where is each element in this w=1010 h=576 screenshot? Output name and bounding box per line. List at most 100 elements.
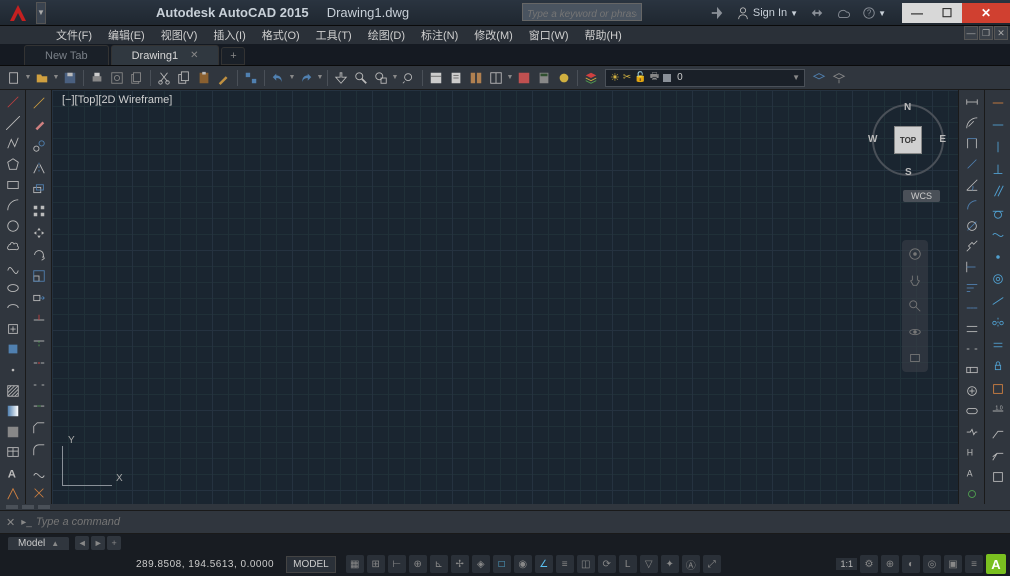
command-line[interactable]: ✕ ▸_ <box>0 510 1010 534</box>
dim-angular-icon[interactable] <box>962 175 982 194</box>
extend-icon[interactable] <box>29 332 49 352</box>
zoom-dropdown[interactable]: ▼ <box>391 74 399 81</box>
break-icon[interactable] <box>29 375 49 395</box>
dim-aligned-icon[interactable] <box>962 155 982 174</box>
distance-icon[interactable] <box>962 93 982 112</box>
print-icon[interactable] <box>88 69 106 87</box>
undo-icon[interactable] <box>269 69 287 87</box>
layer-combo[interactable]: ☀ ✂ 🔓 🖶 0 ▼ <box>605 69 805 87</box>
layer-states-icon[interactable] <box>810 69 828 87</box>
point-icon[interactable] <box>3 361 23 380</box>
help-button[interactable]: ? ▼ <box>856 0 892 26</box>
fillet-icon[interactable] <box>29 440 49 460</box>
new-icon[interactable] <box>5 69 23 87</box>
wipeout-icon[interactable] <box>988 467 1008 487</box>
polygon-icon[interactable] <box>3 155 23 174</box>
gizmo-icon[interactable]: ✦ <box>661 555 679 573</box>
copy-obj-icon[interactable] <box>29 136 49 156</box>
drawing-canvas[interactable]: [−][Top][2D Wireframe] TOP N S E W WCS Y… <box>52 90 958 504</box>
sheet-set-icon[interactable] <box>447 69 465 87</box>
publish-icon[interactable] <box>128 69 146 87</box>
inspection-icon[interactable] <box>962 402 982 421</box>
viewcube-north[interactable]: N <box>904 102 911 113</box>
layout-next[interactable]: ► <box>91 536 105 550</box>
chamfer-icon[interactable] <box>29 418 49 438</box>
menu-window[interactable]: 窗口(W) <box>521 26 577 44</box>
center-mark-icon[interactable] <box>962 381 982 400</box>
gradient-icon[interactable] <box>3 402 23 421</box>
dynamic-input-icon[interactable]: ⊕ <box>409 555 427 573</box>
dim-ordinate-icon[interactable] <box>962 258 982 277</box>
explode-icon[interactable] <box>29 483 49 503</box>
isodraft-icon[interactable]: ◈ <box>472 555 490 573</box>
infer-constraints-icon[interactable]: ⊢ <box>388 555 406 573</box>
new-tab-button[interactable]: + <box>221 47 245 65</box>
paste-icon[interactable] <box>195 69 213 87</box>
autoconstrain-icon[interactable] <box>988 379 1008 399</box>
search-go-button[interactable] <box>704 0 730 26</box>
dim-linear-icon[interactable] <box>962 134 982 153</box>
zoom-nav-icon[interactable] <box>905 296 925 316</box>
panel-handle[interactable] <box>6 505 18 509</box>
break-at-point-icon[interactable] <box>29 353 49 373</box>
tool-palettes-icon[interactable] <box>467 69 485 87</box>
qat-dropdown[interactable]: ▼ <box>36 2 46 24</box>
steering-wheel-icon[interactable] <box>905 244 925 264</box>
plot-preview-icon[interactable] <box>108 69 126 87</box>
autodesk-logo-icon[interactable]: A <box>986 554 1006 574</box>
stretch-icon[interactable] <box>29 288 49 308</box>
pan-icon[interactable] <box>332 69 350 87</box>
viewcube-east[interactable]: E <box>939 134 946 145</box>
zoom-previous-icon[interactable] <box>400 69 418 87</box>
dim-arc-icon[interactable] <box>962 196 982 215</box>
infocenter-search[interactable] <box>522 3 642 21</box>
zoom-window-icon[interactable] <box>372 69 390 87</box>
dim-update-icon[interactable] <box>962 484 982 503</box>
mdi-minimize[interactable]: — <box>964 26 978 40</box>
redo-icon[interactable] <box>297 69 315 87</box>
dim-space-icon[interactable] <box>962 320 982 339</box>
workspace-switching-icon[interactable]: ⚙ <box>860 555 878 573</box>
panel-handle[interactable] <box>22 505 34 509</box>
wcs-badge[interactable]: WCS <box>903 190 940 202</box>
cmd-close-icon[interactable]: ✕ <box>6 516 15 529</box>
selection-cycling-icon[interactable]: ⟳ <box>598 555 616 573</box>
menu-modify[interactable]: 修改(M) <box>466 26 521 44</box>
transparency-toggle-icon[interactable]: ◫ <box>577 555 595 573</box>
constraint-parallel-icon[interactable] <box>988 181 1008 201</box>
close-button[interactable]: ✕ <box>962 3 1010 23</box>
viewcube-south[interactable]: S <box>905 167 912 178</box>
hardware-acceleration-icon[interactable]: ◐ <box>902 555 920 573</box>
ellipse-arc-icon[interactable] <box>3 299 23 318</box>
osnap-toggle-icon[interactable]: □ <box>493 555 511 573</box>
menu-file[interactable]: 文件(F) <box>48 26 100 44</box>
3dosnap-icon[interactable]: ◉ <box>514 555 532 573</box>
leader-icon[interactable] <box>988 423 1008 443</box>
annotation-scale[interactable]: 1:1 <box>836 558 857 570</box>
open-icon[interactable] <box>33 69 51 87</box>
polar-toggle-icon[interactable]: ✢ <box>451 555 469 573</box>
dim-jogged-icon[interactable] <box>962 237 982 256</box>
join-icon[interactable] <box>29 397 49 417</box>
menu-view[interactable]: 视图(V) <box>153 26 206 44</box>
arc-icon[interactable] <box>3 196 23 215</box>
otrack-toggle-icon[interactable]: ∠ <box>535 555 553 573</box>
quickcalc-icon[interactable] <box>535 69 553 87</box>
isolate-objects-icon[interactable]: ◎ <box>923 555 941 573</box>
constraint-collinear-icon[interactable] <box>988 291 1008 311</box>
mleader-icon[interactable] <box>988 445 1008 465</box>
view-cube[interactable]: TOP N S E W <box>872 104 944 176</box>
trim-icon[interactable] <box>29 310 49 330</box>
customize-icon[interactable]: ≡ <box>965 555 983 573</box>
layer-properties-icon[interactable] <box>582 69 600 87</box>
constraint-smooth-icon[interactable] <box>988 225 1008 245</box>
tab-close-icon[interactable]: ✕ <box>190 50 198 61</box>
viewcube-face[interactable]: TOP <box>894 126 922 154</box>
revcloud-icon[interactable] <box>3 237 23 256</box>
tolerance-icon[interactable] <box>962 361 982 380</box>
dim-radius-icon[interactable] <box>962 114 982 133</box>
match-properties-icon[interactable] <box>215 69 233 87</box>
cut-icon[interactable] <box>155 69 173 87</box>
dim-text-edit-icon[interactable]: A <box>962 464 982 483</box>
constraint-perp-icon[interactable] <box>988 159 1008 179</box>
